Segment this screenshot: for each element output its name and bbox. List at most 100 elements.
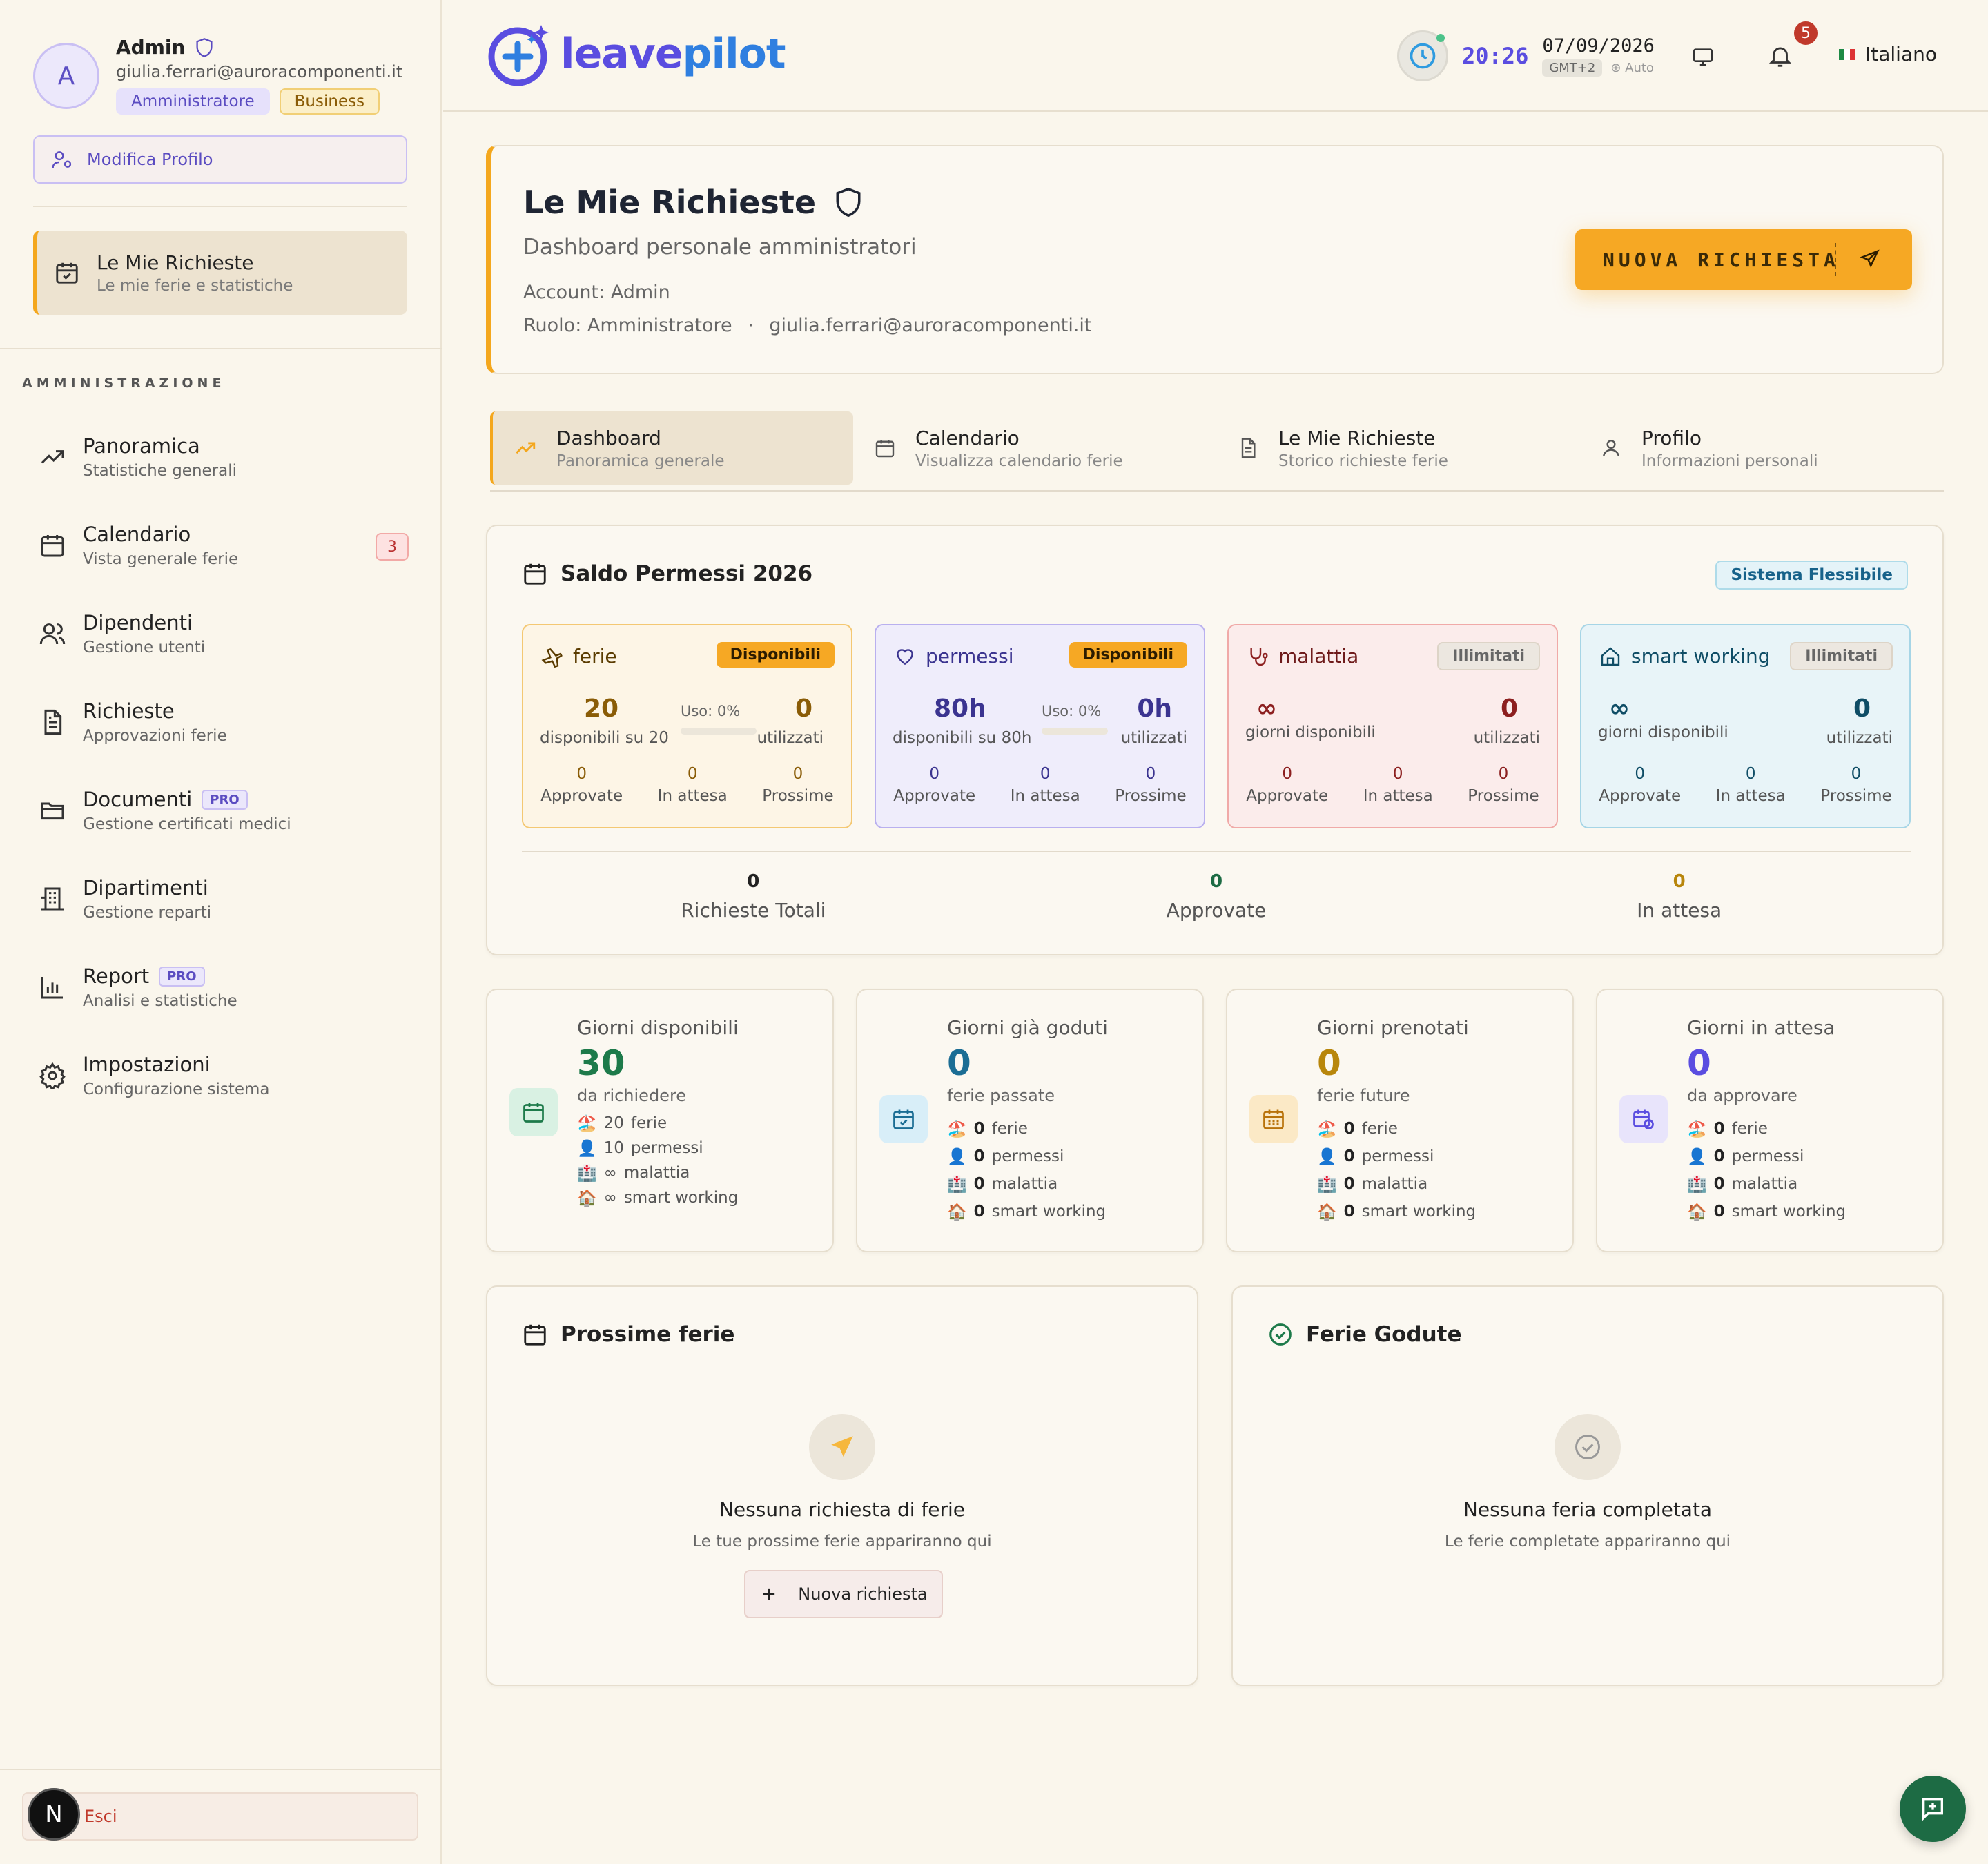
chat-button[interactable] <box>1900 1776 1966 1842</box>
language-selector[interactable]: Italiano <box>1839 43 1937 66</box>
edit-profile-button[interactable]: Modifica Profilo <box>33 135 407 184</box>
nav-subtitle: Gestione utenti <box>83 639 206 657</box>
stat-label: Prossime <box>1468 787 1539 805</box>
used-value: 0 <box>1500 695 1518 723</box>
divider <box>33 206 407 207</box>
stat-value: 0 <box>687 765 698 783</box>
divider <box>0 1769 442 1770</box>
home-icon: 🏠 <box>1687 1203 1707 1221</box>
available-label: disponibili su 80h <box>893 729 1032 747</box>
bell-icon[interactable] <box>1767 43 1793 69</box>
divider <box>522 851 1911 852</box>
total-label: Approvate <box>1166 899 1267 922</box>
sidebar-item-dipendenti[interactable]: Dipendenti Gestione utenti <box>33 590 420 678</box>
status-pill: Illimitati <box>1437 642 1540 670</box>
tab-dashboard[interactable]: Dashboard Panoramica generale <box>490 411 853 485</box>
empty-state-title: Nessuna richiesta di ferie <box>719 1498 965 1521</box>
logo-pilot: pilot <box>682 30 786 78</box>
item-label: smart working <box>1361 1203 1477 1221</box>
tab-subtitle: Visualizza calendario ferie <box>915 452 1123 470</box>
stat-label: In attesa <box>657 787 728 805</box>
card-name: ferie <box>573 645 617 668</box>
beach-icon: 🏖️ <box>1317 1120 1337 1138</box>
status-pill: Disponibili <box>1069 642 1187 668</box>
nav-title: Dipendenti <box>83 611 193 634</box>
trend-icon <box>33 443 72 471</box>
item-value: 0 <box>973 1175 985 1193</box>
new-request-button[interactable]: NUOVA RICHIESTA <box>1575 229 1912 290</box>
calendar-check-icon <box>879 1095 928 1143</box>
card-stats: 0 Approvate 0 In attesa 0 Prossime <box>1581 765 1909 805</box>
enjoyed-leave-card: Ferie Godute Nessuna feria completata Le… <box>1231 1285 1944 1686</box>
sidebar-item-impostazioni[interactable]: Impostazioni Configurazione sistema <box>33 1031 420 1120</box>
new-request-secondary-button[interactable]: Nuova richiesta <box>744 1570 943 1618</box>
person-icon: 👤 <box>577 1139 597 1158</box>
summary-subtitle: ferie future <box>1317 1086 1410 1105</box>
monitor-icon[interactable] <box>1691 46 1715 69</box>
stat-value: 0 <box>1851 765 1862 783</box>
item-value: 0 <box>1343 1147 1355 1165</box>
available-label: giorni disponibili <box>1598 724 1728 741</box>
beach-icon: 🏖️ <box>577 1114 597 1133</box>
stat-value: 0 <box>1745 765 1756 783</box>
item-value: 0 <box>1343 1120 1355 1138</box>
logo-text: leavepilot <box>561 30 786 78</box>
tabs-bar: Dashboard Panoramica generale Calendario… <box>490 411 1944 492</box>
tab-calendario[interactable]: Calendario Visualizza calendario ferie <box>853 411 1216 485</box>
available-label: disponibili su 20 <box>540 729 669 747</box>
item-value: 0 <box>973 1120 985 1138</box>
request-totals: 0 Richieste Totali 0 Approvate 0 In attesa <box>522 871 1911 922</box>
shield-icon <box>195 37 214 58</box>
sidebar-item-richieste[interactable]: Richieste Approvazioni ferie <box>33 678 420 766</box>
leave-card-ferie[interactable]: ferie Disponibili 20 disponibili su 20 U… <box>522 624 852 828</box>
card-head: smart working <box>1599 645 1770 668</box>
app-logo[interactable]: leavepilot <box>486 19 786 88</box>
nav-subtitle: Vista generale ferie <box>83 550 239 568</box>
list-item: 🏥 0 malattia <box>1317 1170 1476 1198</box>
user-profile: A Admin giulia.ferrari@auroracomponenti.… <box>33 36 420 119</box>
summary-value: 0 <box>1687 1043 1711 1083</box>
list-item: 👤 0 permessi <box>947 1143 1108 1170</box>
stat-value: 0 <box>1392 765 1403 783</box>
summary-value: 30 <box>577 1043 625 1083</box>
sidebar-item-my-requests[interactable]: Le Mie Richieste Le mie ferie e statisti… <box>33 231 407 315</box>
page-header-card: Le Mie Richieste Dashboard personale amm… <box>486 145 1944 374</box>
email-text: giulia.ferrari@auroracomponenti.it <box>769 315 1092 336</box>
leave-card-permessi[interactable]: permessi Disponibili 80h disponibili su … <box>875 624 1205 828</box>
summary-title: Giorni disponibili <box>577 1016 739 1039</box>
summary-card-booked: Giorni prenotati 0 ferie future 🏖️ 0 ferie… <box>1226 989 1574 1252</box>
profile-name: Admin <box>116 36 186 59</box>
clock-date: 07/09/2026 <box>1542 35 1655 57</box>
check-circle-icon <box>1267 1321 1294 1348</box>
empty-state-hint: Le tue prossime ferie appariranno qui <box>692 1533 992 1551</box>
item-value: ∞ <box>603 1189 617 1207</box>
avatar[interactable]: A <box>33 43 99 109</box>
leave-card-malattia[interactable]: malattia Illimitati ∞ giorni disponibili… <box>1227 624 1558 828</box>
logout-button[interactable]: Esci <box>22 1792 418 1841</box>
plus-sparkle-icon <box>486 19 555 88</box>
item-label: smart working <box>991 1203 1107 1221</box>
sidebar-item-report[interactable]: Report PRO Analisi e statistiche <box>33 943 420 1031</box>
leave-card-smart-working[interactable]: smart working Illimitati ∞ giorni dispon… <box>1580 624 1911 828</box>
item-label: ferie <box>630 1114 667 1132</box>
sidebar-item-dipartimenti[interactable]: Dipartimenti Gestione reparti <box>33 855 420 943</box>
tab-my-requests[interactable]: Le Mie Richieste Storico richieste ferie <box>1216 411 1579 485</box>
used-label: utilizzati <box>757 729 824 747</box>
stat-value: 0 <box>1498 765 1509 783</box>
sidebar-item-calendario[interactable]: Calendario Vista generale ferie 3 <box>33 501 420 590</box>
used-value: 0 <box>795 695 812 723</box>
sidebar-item-panoramica[interactable]: Panoramica Statistiche generali <box>33 413 420 501</box>
sidebar-item-documenti[interactable]: Documenti PRO Gestione certificati medic… <box>33 766 420 855</box>
stat-label: Prossime <box>1820 787 1892 805</box>
user-cog-icon <box>51 148 73 171</box>
system-badge: Sistema Flessibile <box>1715 561 1908 590</box>
used-value: 0 <box>1853 695 1871 723</box>
total-value: 0 <box>1673 871 1686 892</box>
tab-title: Profilo <box>1641 426 1702 449</box>
available-value: ∞ <box>1609 695 1630 723</box>
clock-widget[interactable]: 20:26 07/09/2026 GMT+2 ⊕ Auto <box>1397 30 1655 81</box>
admin-nav: Panoramica Statistiche generali Calendar… <box>33 413 420 1120</box>
tab-profilo[interactable]: Profilo Informazioni personali <box>1579 411 1942 485</box>
framework-logo[interactable]: N <box>28 1788 80 1841</box>
item-label: malattia <box>1361 1175 1428 1193</box>
